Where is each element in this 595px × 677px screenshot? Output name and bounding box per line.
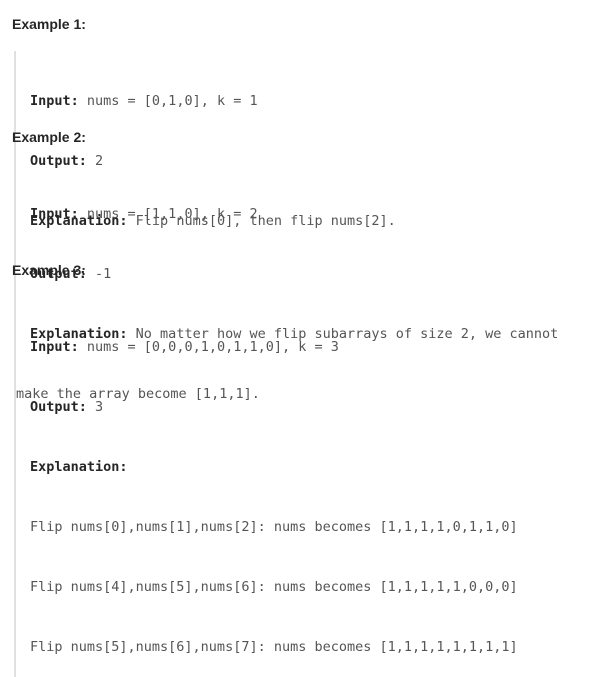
explanation-label: Explanation:: [30, 459, 128, 475]
example-2-input-line: Input: nums = [1,1,0], k = 2: [30, 204, 589, 224]
example-3-flip-step-2: Flip nums[4],nums[5],nums[6]: nums becom…: [30, 579, 518, 595]
example-1-heading: Example 1:: [12, 16, 86, 32]
input-value: nums = [0,1,0], k = 1: [78, 93, 258, 109]
output-label: Output:: [30, 399, 87, 415]
example-1-input-line: Input: nums = [0,1,0], k = 1: [30, 91, 589, 111]
example-3-block: Input: nums = [0,0,0,1,0,1,1,0], k = 3 O…: [14, 297, 589, 677]
example-3-flip-step-3: Flip nums[5],nums[6],nums[7]: nums becom…: [30, 639, 518, 655]
example-2-heading: Example 2:: [12, 129, 86, 145]
example-3-input-line: Input: nums = [0,0,0,1,0,1,1,0], k = 3: [30, 337, 589, 357]
example-3-heading: Example 3:: [12, 262, 86, 278]
example-3-explanation-line: Explanation:: [30, 457, 589, 477]
input-label: Input:: [30, 206, 79, 222]
input-value: nums = [1,1,0], k = 2: [78, 206, 258, 222]
input-value: nums = [0,0,0,1,0,1,1,0], k = 3: [78, 339, 339, 355]
example-2-output-line: Output: -1: [30, 264, 589, 284]
input-label: Input:: [30, 339, 79, 355]
output-value: 3: [86, 399, 104, 415]
example-3-flip-step-1: Flip nums[0],nums[1],nums[2]: nums becom…: [30, 519, 518, 535]
example-3-output-line: Output: 3: [30, 397, 589, 417]
output-value: -1: [86, 266, 112, 282]
input-label: Input:: [30, 93, 79, 109]
